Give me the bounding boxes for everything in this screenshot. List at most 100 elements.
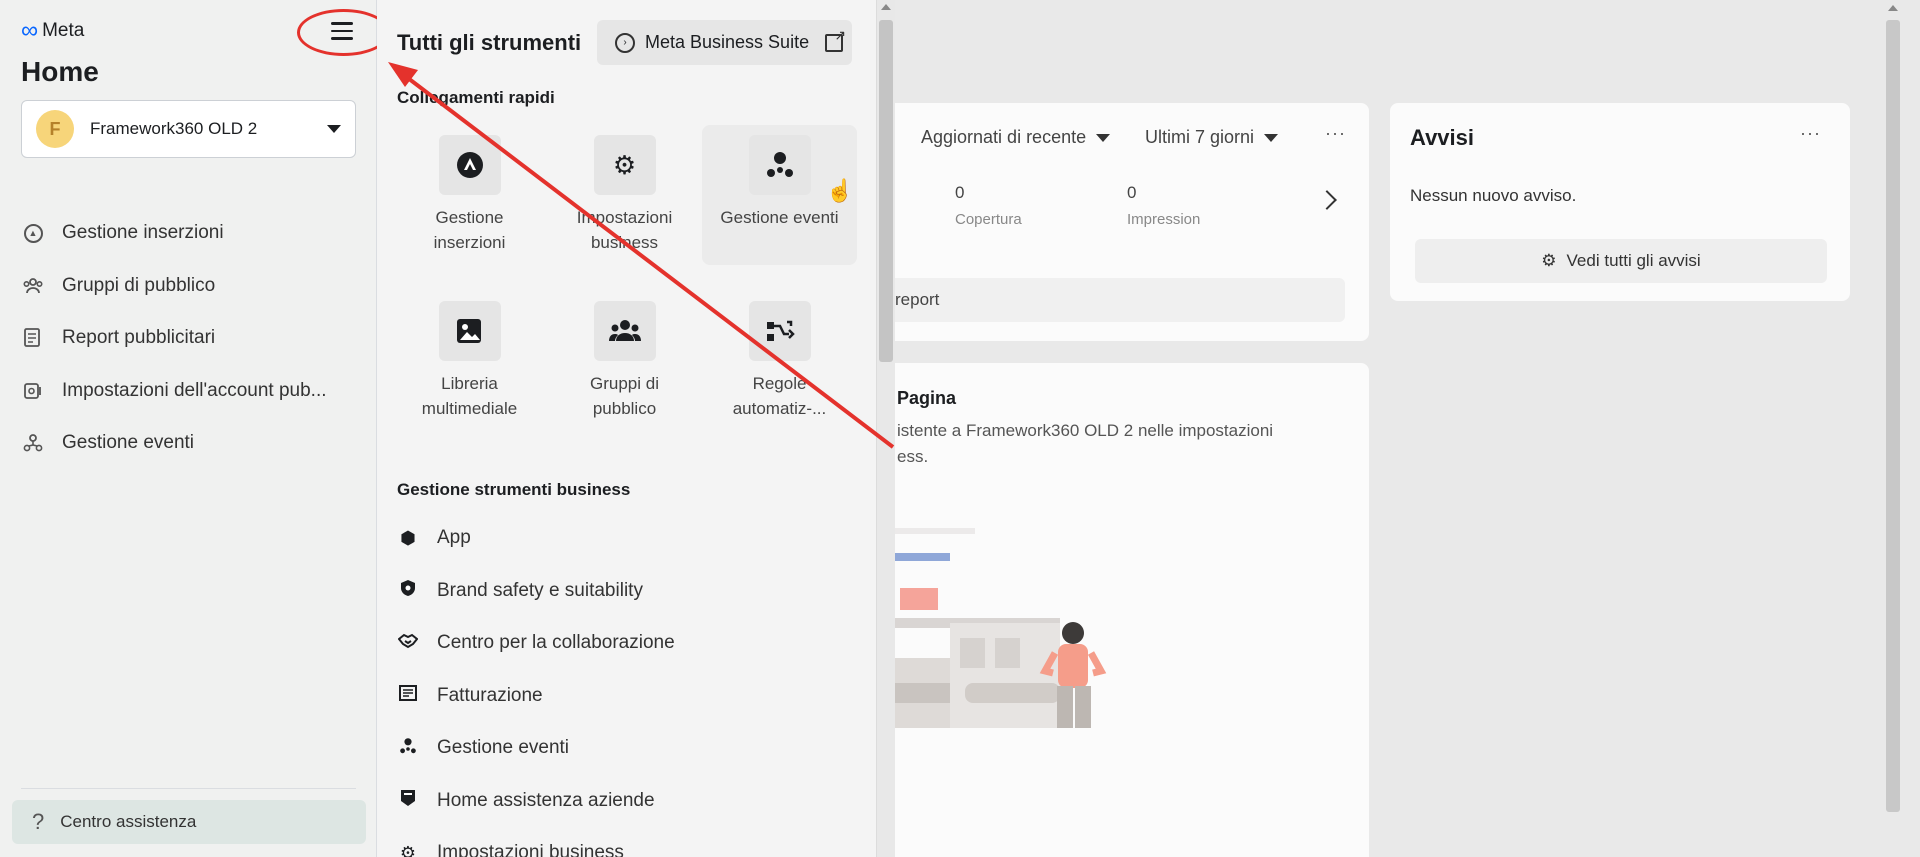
sidebar-item-label: Report pubblicitari <box>62 327 216 349</box>
sidebar-item-ad-account-settings[interactable]: Impostazioni dell'account pub... <box>21 365 361 418</box>
support-icon <box>397 789 419 812</box>
quick-link-business-settings[interactable]: ⚙ Impostazioni business <box>547 125 702 265</box>
shield-icon <box>397 579 419 602</box>
sidebar-item-audiences[interactable]: Gruppi di pubblico <box>21 260 361 313</box>
chevron-down-icon <box>1264 133 1279 142</box>
scroll-up-arrow-icon[interactable] <box>881 4 891 10</box>
ads-manager-icon: ▲ <box>21 221 45 245</box>
events-manager-icon <box>748 135 811 195</box>
business-tool-label: Centro per la collaborazione <box>437 632 675 654</box>
page-card-text-line: ess. <box>897 447 929 466</box>
gear-icon: ⚙ <box>399 842 417 857</box>
alerts-card: Avvisi ··· Nessun nuovo avviso. ⚙ Vedi t… <box>1390 103 1850 301</box>
all-tools-panel: Tutti gli strumenti › Meta Business Suit… <box>377 0 877 857</box>
audience-icon <box>21 274 45 298</box>
business-tools-heading: Gestione strumenti business <box>397 480 631 499</box>
hamburger-line <box>331 37 353 40</box>
business-tool-brand-safety[interactable]: Brand safety e suitability <box>397 565 867 618</box>
date-range-label: Ultimi 7 giorni <box>1145 127 1255 147</box>
chevron-right-icon[interactable] <box>1317 190 1337 210</box>
chevron-down-icon <box>1096 133 1111 142</box>
view-all-alerts-label: Vedi tutti gli avvisi <box>1566 251 1701 270</box>
main-scrollbar[interactable] <box>1885 0 1901 857</box>
quick-link-label: Regole automatiz-... <box>732 374 827 418</box>
alerts-empty-message: Nessun nuovo avviso. <box>1410 186 1577 205</box>
account-name: Framework360 OLD 2 <box>90 119 258 138</box>
sidebar-item-events-manager[interactable]: Gestione eventi <box>21 417 361 470</box>
meta-infinity-icon: ∞ <box>21 17 39 44</box>
business-tool-business-help-home[interactable]: Home assistenza aziende <box>397 775 867 828</box>
metric-value: 0 <box>1127 183 1137 202</box>
quick-links-heading: Collegamenti rapidi <box>397 88 555 107</box>
question-icon: ? <box>32 809 45 834</box>
ads-manager-icon <box>438 135 501 195</box>
sidebar-item-label: Gruppi di pubblico <box>62 274 216 296</box>
business-tool-business-settings[interactable]: ⚙ Impostazioni business <box>397 827 867 857</box>
hand-cursor-icon: ☝ <box>826 178 854 203</box>
cube-icon: ⬢ <box>400 527 416 548</box>
business-tool-collaboration-center[interactable]: Centro per la collaborazione <box>397 617 867 670</box>
business-tool-label: Impostazioni business <box>437 842 624 857</box>
quick-link-audiences[interactable]: Gruppi di pubblico <box>547 291 702 431</box>
quick-link-media-library[interactable]: Libreria multimediale <box>392 291 547 431</box>
storefront-illustration <box>895 528 1107 728</box>
quick-link-ads-manager[interactable]: Gestione inserzioni <box>392 125 547 265</box>
date-range-dropdown[interactable]: Ultimi 7 giorni <box>1145 127 1279 148</box>
sidebar-nav: ▲ Gestione inserzioni Gruppi di pubblico… <box>21 207 361 470</box>
scroll-up-arrow-icon[interactable] <box>1888 5 1898 11</box>
business-tool-label: Home assistenza aziende <box>437 789 655 811</box>
meta-logo[interactable]: ∞ Meta <box>21 19 84 43</box>
quick-links-grid: Gestione inserzioni ⚙ Impostazioni busin… <box>392 125 862 431</box>
page-title: Home <box>21 56 99 87</box>
gear-icon: ⚙ <box>593 135 656 195</box>
sort-filter-dropdown[interactable]: Aggiornati di recente <box>921 127 1111 148</box>
metric-reach: 0 Copertura <box>955 183 1022 228</box>
sidebar-divider <box>21 788 356 789</box>
sidebar-item-ads-manager[interactable]: ▲ Gestione inserzioni <box>21 207 361 260</box>
metric-impressions: 0 Impression <box>1127 183 1200 228</box>
business-suite-button[interactable]: › Meta Business Suite <box>597 20 852 65</box>
audience-icon <box>593 301 656 361</box>
meta-brand-label: Meta <box>42 20 85 41</box>
sidebar-item-label: Gestione inserzioni <box>62 222 224 244</box>
left-sidebar: ∞ Meta Home F Framework360 OLD 2 ▲ Gesti… <box>0 0 377 857</box>
sidebar-item-label: Gestione eventi <box>62 432 195 454</box>
alerts-title: Avvisi <box>1410 125 1475 150</box>
performance-card: Aggiornati di recente Ultimi 7 giorni ··… <box>895 103 1369 341</box>
hamburger-menu-button[interactable] <box>327 16 357 46</box>
view-all-alerts-button[interactable]: ⚙ Vedi tutti gli avvisi <box>1415 239 1827 283</box>
dashboard-background: Aggiornati di recente Ultimi 7 giorni ··… <box>895 0 1920 857</box>
business-tool-label: Gestione eventi <box>437 737 570 759</box>
quick-link-label: Libreria multimediale <box>421 374 518 418</box>
more-options-button[interactable]: ··· <box>1325 123 1346 144</box>
external-link-icon <box>825 27 846 52</box>
tools-panel-scrollbar[interactable] <box>877 0 895 857</box>
account-selector[interactable]: F Framework360 OLD 2 <box>21 100 356 158</box>
help-center-label: Centro assistenza <box>60 812 197 831</box>
page-card-description: istente a Framework360 OLD 2 nelle impos… <box>897 418 1337 470</box>
metric-value: 0 <box>955 183 965 202</box>
sort-filter-label: Aggiornati di recente <box>921 127 1087 147</box>
business-tool-events-manager[interactable]: Gestione eventi <box>397 722 867 775</box>
metric-label: Impression <box>1127 211 1201 228</box>
business-suite-icon: › <box>615 32 635 53</box>
scrollbar-thumb[interactable] <box>1886 20 1900 812</box>
business-tool-app[interactable]: ⬢ App <box>397 512 867 565</box>
quick-link-automated-rules[interactable]: Regole automatiz-... <box>702 291 857 431</box>
business-tool-billing[interactable]: Fatturazione <box>397 670 867 723</box>
scrollbar-thumb[interactable] <box>879 20 893 362</box>
chevron-down-icon <box>327 125 341 133</box>
sidebar-item-ad-reports[interactable]: Report pubblicitari <box>21 312 361 365</box>
sidebar-item-label: Impostazioni dell'account pub... <box>62 379 327 401</box>
quick-link-label: Gestione inserzioni <box>433 208 506 252</box>
report-button[interactable]: report <box>895 278 1345 322</box>
page-card-title: Pagina <box>897 388 957 408</box>
quick-link-label: Gruppi di pubblico <box>590 374 659 418</box>
gear-icon: ⚙ <box>1541 251 1557 270</box>
business-tools-list: ⬢ App Brand safety e suitability Centro … <box>397 512 867 857</box>
hamburger-line <box>331 29 353 33</box>
help-center-button[interactable]: ? Centro assistenza <box>12 800 366 844</box>
media-library-icon <box>438 301 501 361</box>
report-icon <box>21 326 45 350</box>
alerts-more-button[interactable]: ··· <box>1800 123 1821 144</box>
